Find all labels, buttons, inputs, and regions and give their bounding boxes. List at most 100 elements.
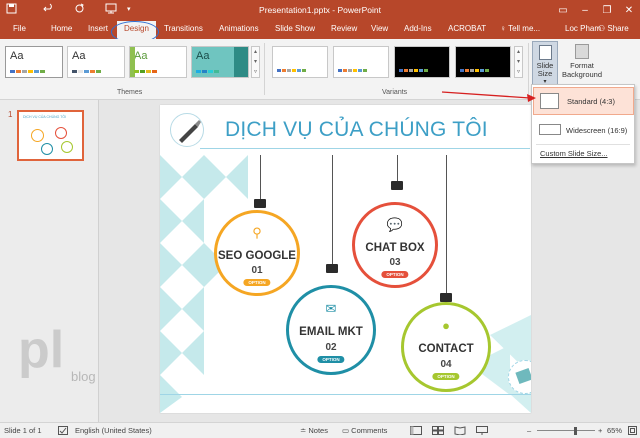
thumb-circle — [55, 127, 67, 139]
hanging-string — [446, 155, 447, 295]
variant-3[interactable] — [394, 46, 450, 78]
themes-group-label: Themes — [117, 89, 143, 96]
widescreen-size-icon — [539, 124, 561, 135]
zoom-in-button[interactable]: + — [598, 426, 602, 435]
slide-size-icon — [538, 45, 552, 60]
slide-number: 1 — [8, 110, 13, 119]
zoom-slider[interactable] — [537, 430, 595, 431]
option-badge: OPTION — [381, 271, 409, 278]
hanging-string — [332, 155, 333, 265]
service-number: 04 — [440, 359, 452, 370]
tab-view[interactable]: View — [371, 24, 388, 33]
search-icon: ⚲ — [252, 225, 262, 240]
zoom-out-button[interactable]: – — [527, 426, 531, 435]
slide-canvas[interactable]: DỊCH VỤ CỦA CHÚNG TÔI ⚲ SEO GOOGLE 01 OP… — [160, 105, 531, 413]
slide-size-widescreen[interactable]: Widescreen (16:9) — [533, 115, 634, 143]
mail-icon: ✉ — [325, 301, 337, 316]
slide-size-dropdown: Standard (4:3) Widescreen (16:9) Custom … — [531, 84, 635, 164]
tab-review[interactable]: Review — [331, 24, 357, 33]
tab-design[interactable]: Design — [117, 21, 156, 39]
tab-transitions[interactable]: Transitions — [164, 24, 203, 33]
service-number: 02 — [325, 342, 337, 353]
slide-show-icon[interactable] — [476, 426, 488, 437]
person-icon: ● — [442, 318, 450, 333]
zoom-level[interactable]: 65% — [607, 426, 622, 435]
ribbon-separator — [264, 43, 265, 95]
standard-size-icon — [540, 93, 559, 109]
variants-gallery-scroll[interactable]: ▴ ▾ ▿ — [514, 46, 523, 78]
tab-slide-show[interactable]: Slide Show — [275, 24, 315, 33]
widescreen-size-label: Widescreen (16:9) — [566, 126, 628, 135]
tab-animations[interactable]: Animations — [219, 24, 259, 33]
tab-insert[interactable]: Insert — [88, 24, 108, 33]
tab-file[interactable]: File — [13, 24, 26, 33]
ribbon-display-options-icon[interactable]: ▭ — [552, 0, 574, 20]
theme-preview-text: Aa — [196, 50, 210, 62]
notes-button[interactable]: ≐ Notes — [300, 426, 328, 435]
theme-preview-text: Aa — [10, 50, 24, 62]
option-badge: OPTION — [317, 356, 345, 363]
slide-sorter-icon[interactable] — [432, 426, 444, 437]
service-seo-google[interactable]: ⚲ SEO GOOGLE 01 OPTION — [214, 210, 300, 296]
themes-gallery-scroll[interactable]: ▴ ▾ ▿ — [251, 46, 260, 78]
hanging-string — [397, 155, 398, 183]
service-name: SEO GOOGLE — [218, 250, 296, 262]
close-button[interactable]: ✕ — [618, 0, 640, 20]
proofing-icon[interactable] — [58, 426, 68, 437]
option-badge: OPTION — [432, 373, 460, 380]
user-account[interactable]: Loc Pham — [565, 24, 601, 33]
option-badge: OPTION — [243, 279, 271, 286]
share-button[interactable]: ⚇ Share — [598, 24, 629, 33]
slide-size-label: Slide Size — [536, 61, 554, 78]
variant-4[interactable] — [455, 46, 511, 78]
zoom-slider-thumb[interactable] — [574, 427, 577, 435]
slide-title[interactable]: DỊCH VỤ CỦA CHÚNG TÔI — [225, 118, 488, 142]
language[interactable]: English (United States) — [75, 426, 152, 435]
tab-home[interactable]: Home — [51, 24, 72, 33]
thumb-circle — [61, 141, 73, 153]
comments-button[interactable]: ▭ Comments — [342, 426, 387, 435]
theme-facet[interactable]: Aa — [129, 46, 187, 78]
pen-illustration-circle — [170, 113, 204, 147]
thumbnail-title: DỊCH VỤ CỦA CHÚNG TÔI — [23, 115, 67, 119]
tab-acrobat[interactable]: ACROBAT — [448, 24, 486, 33]
hanging-string — [260, 155, 261, 200]
slide-size-standard[interactable]: Standard (4:3) — [533, 87, 634, 115]
service-number: 03 — [389, 257, 401, 268]
restore-button[interactable]: ❐ — [596, 0, 618, 20]
variant-2[interactable] — [333, 46, 389, 78]
theme-office[interactable]: Aa — [5, 46, 63, 78]
theme-integral[interactable]: Aa — [191, 46, 249, 78]
thumb-circle — [31, 129, 44, 142]
service-chat-box[interactable]: 💬 CHAT BOX 03 OPTION — [352, 202, 438, 288]
theme-office-2[interactable]: Aa — [67, 46, 125, 78]
binder-clip — [254, 199, 266, 208]
pl-logo-watermark: pl — [18, 321, 65, 379]
status-bar: Slide 1 of 1 English (United States) ≐ N… — [0, 422, 640, 438]
annotation-arrow — [441, 91, 536, 102]
tell-me-box[interactable]: ♀ Tell me... — [500, 24, 540, 33]
standard-size-label: Standard (4:3) — [567, 97, 615, 106]
tab-add-ins[interactable]: Add-Ins — [404, 24, 432, 33]
title-bar: ▾ Presentation1.pptx - PowerPoint ▭ – ❐ … — [0, 0, 640, 20]
theme-preview-text: Aa — [72, 50, 86, 62]
minimize-button[interactable]: – — [574, 0, 596, 20]
title-underline — [200, 148, 530, 149]
thumb-circle — [41, 143, 53, 155]
service-name: CHAT BOX — [365, 242, 425, 254]
format-background-icon — [575, 44, 589, 59]
variant-1[interactable] — [272, 46, 328, 78]
slide-thumbnail[interactable]: DỊCH VỤ CỦA CHÚNG TÔI — [17, 110, 84, 161]
bottom-divider — [160, 394, 531, 395]
fit-to-window-icon[interactable] — [628, 426, 637, 437]
format-background-label-1: Format — [570, 61, 594, 70]
service-contact[interactable]: ● CONTACT 04 OPTION — [401, 302, 491, 392]
service-name: EMAIL MKT — [299, 326, 363, 338]
blog-logo-text: blog — [71, 369, 96, 384]
reading-view-icon[interactable] — [454, 426, 466, 437]
normal-view-icon[interactable] — [410, 426, 422, 437]
theme-preview-text: Aa — [134, 50, 148, 62]
service-number: 01 — [251, 265, 263, 276]
custom-slide-size[interactable]: Custom Slide Size... — [540, 149, 608, 158]
service-email-mkt[interactable]: ✉ EMAIL MKT 02 OPTION — [286, 285, 376, 375]
